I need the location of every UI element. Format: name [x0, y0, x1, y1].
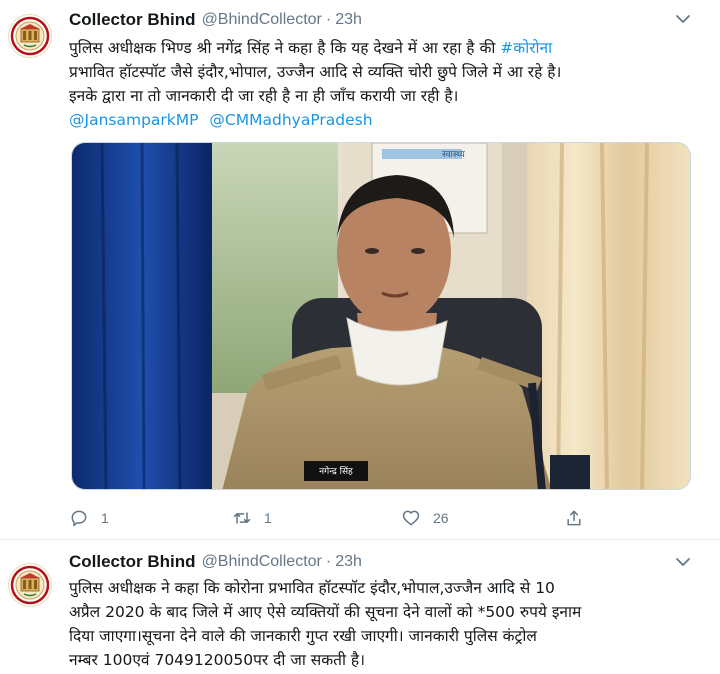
user-handle[interactable]: @BhindCollector	[202, 11, 322, 29]
retweet-count: 1	[264, 510, 272, 526]
district-emblem-icon	[10, 16, 50, 56]
retweet-icon	[233, 512, 251, 524]
tweet-line: इनके द्वारा ना तो जानकारी दी जा रही है न…	[69, 87, 459, 105]
tweet-header: Collector Bhind @BhindCollector · 23h	[69, 9, 362, 31]
separator-dot: ·	[325, 553, 332, 570]
reply-count: 1	[101, 510, 109, 526]
like-button[interactable]: 26	[401, 505, 449, 531]
mentions: @JansamparkMP @CMMadhyaPradesh	[69, 108, 699, 132]
heart-icon	[402, 510, 420, 526]
tweet-header: Collector Bhind @BhindCollector · 23h	[69, 551, 362, 573]
tweet-actions: 1 1 26	[69, 505, 629, 531]
avatar[interactable]	[8, 14, 52, 58]
tweet-video[interactable]: नगेन्द्र सिंह स्वास्थ्य	[71, 142, 691, 490]
share-icon	[567, 510, 581, 526]
display-name[interactable]: Collector Bhind	[69, 552, 196, 572]
tweet-line: पुलिस अधीक्षक भिण्ड श्री नगेंद्र सिंह ने…	[69, 36, 699, 60]
tweet-line-text: पुलिस अधीक्षक भिण्ड श्री नगेंद्र सिंह ने…	[69, 39, 501, 57]
chevron-down-icon[interactable]	[674, 555, 692, 569]
name-badge-text: नगेन्द्र सिंह	[319, 465, 353, 477]
district-emblem-icon	[10, 565, 50, 605]
timestamp[interactable]: 23h	[335, 553, 362, 571]
timestamp[interactable]: 23h	[335, 11, 362, 29]
avatar[interactable]	[8, 563, 52, 607]
mention-link[interactable]: @CMMadhyaPradesh	[209, 111, 372, 129]
tweet-line: अप्रैल 2020 के बाद जिले में आए ऐसे व्यक्…	[69, 603, 582, 621]
like-count: 26	[433, 510, 449, 526]
retweet-button[interactable]: 1	[232, 505, 272, 531]
tweet-line: नम्बर 100एवं 7049120050पर दी जा सकती है।	[69, 651, 366, 669]
tweet-line: प्रभावित हॉटस्पॉट जैसे इंदौर,भोपाल, उज्ज…	[69, 63, 562, 81]
tweet[interactable]: Collector Bhind @BhindCollector · 23h पु…	[0, 0, 720, 540]
tweet-line: दिया जाएगा।सूचना देने वाले की जानकारी गु…	[69, 627, 537, 645]
tweet-text: पुलिस अधीक्षक भिण्ड श्री नगेंद्र सिंह ने…	[69, 36, 699, 132]
tweet-text: पुलिस अधीक्षक ने कहा कि कोरोना प्रभावित …	[69, 576, 699, 672]
separator-dot: ·	[325, 11, 332, 28]
reply-icon	[71, 510, 87, 527]
tweet-line: पुलिस अधीक्षक ने कहा कि कोरोना प्रभावित …	[69, 579, 555, 597]
poster-text: स्वास्थ्य	[442, 150, 466, 160]
hashtag-link[interactable]: #कोरोना	[500, 39, 552, 57]
share-button[interactable]	[564, 505, 584, 531]
video-still: नगेन्द्र सिंह स्वास्थ्य	[72, 143, 690, 489]
mention-link[interactable]: @JansamparkMP	[69, 111, 198, 129]
user-handle[interactable]: @BhindCollector	[202, 553, 322, 571]
tweet[interactable]: Collector Bhind @BhindCollector · 23h पु…	[0, 541, 720, 674]
display-name[interactable]: Collector Bhind	[69, 10, 196, 30]
chevron-down-icon[interactable]	[674, 12, 692, 26]
reply-button[interactable]: 1	[69, 505, 109, 531]
